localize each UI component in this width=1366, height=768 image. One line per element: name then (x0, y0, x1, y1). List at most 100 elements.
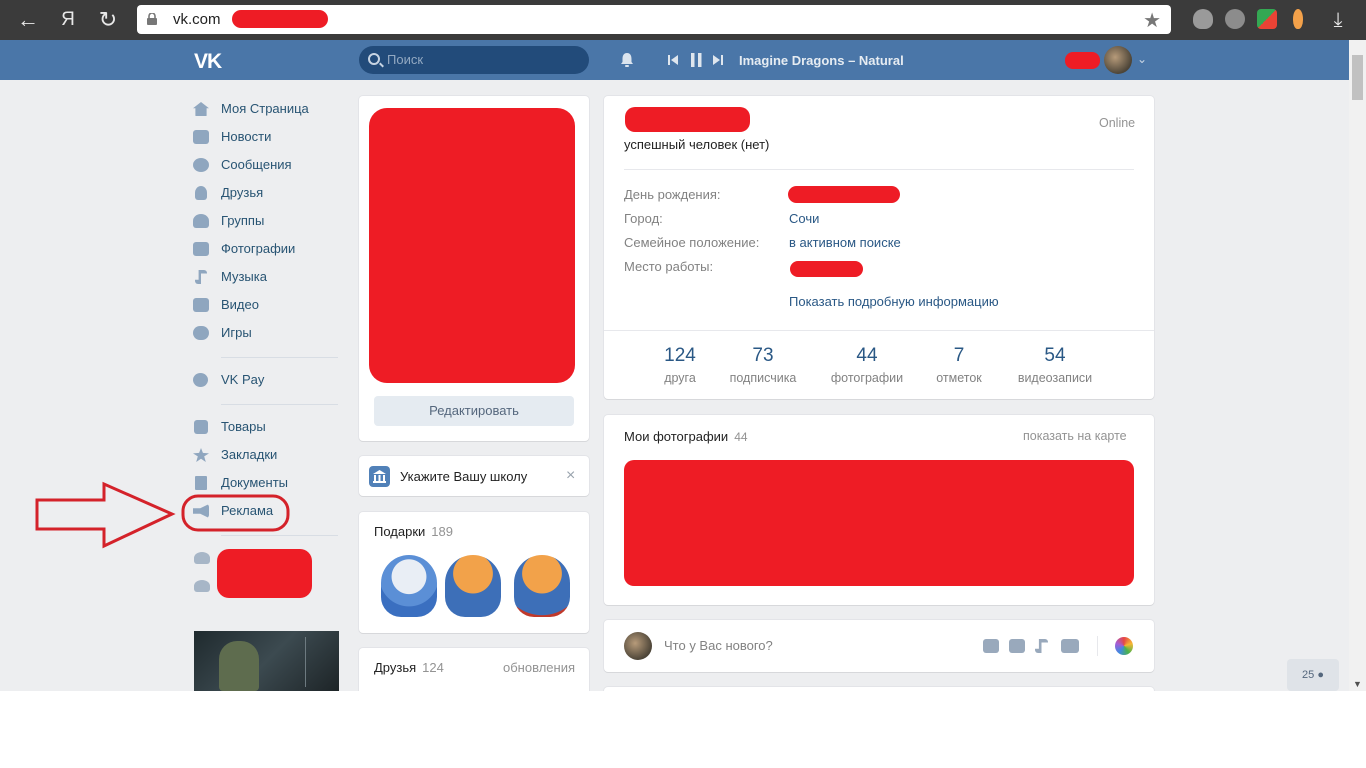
reload-button[interactable]: ↻ (95, 7, 121, 33)
chevron-down-icon[interactable]: ⌄ (1137, 52, 1147, 66)
online-status: Online (1099, 116, 1136, 130)
photos-title: Мои фотографии (624, 429, 729, 444)
redacted-url-mark (232, 10, 328, 28)
show-full-info-link[interactable]: Показать подробную информацию (789, 294, 999, 309)
friends-updates-link[interactable]: обновления (503, 660, 575, 675)
bell-icon[interactable] (619, 52, 635, 68)
redacted-photos-strip[interactable] (624, 460, 1134, 586)
scrollbar-thumb[interactable] (1352, 55, 1363, 100)
online-count: 25 (1302, 669, 1315, 681)
s-extension-icon[interactable] (1257, 9, 1277, 29)
bag-icon (194, 420, 208, 434)
redacted-birthday (788, 186, 900, 203)
info-label-relationship: Семейное положение: (624, 235, 760, 250)
sidebar-item-label: Сообщения (221, 157, 292, 172)
shield-extension-icon[interactable] (1193, 9, 1213, 29)
friends-heading[interactable]: Друзья 124 (374, 660, 444, 675)
sidebar-item-label: Группы (221, 213, 265, 228)
back-button[interactable]: ← (15, 7, 41, 33)
stat-number: 54 (1044, 345, 1066, 366)
header-avatar[interactable] (1104, 46, 1132, 74)
address-bar[interactable]: vk.com ★ (137, 5, 1171, 34)
search-icon (368, 53, 380, 65)
sidebar-item-music[interactable]: Музыка (193, 266, 343, 288)
info-label-work: Место работы: (624, 259, 714, 274)
redacted-profile-photo[interactable] (369, 108, 575, 383)
stat-number: 7 (953, 345, 965, 366)
pause-icon[interactable] (691, 53, 702, 67)
stat-label: видеозаписи (1017, 371, 1093, 385)
photos-count: 44 (734, 430, 748, 444)
now-playing-title[interactable]: Imagine Dragons – Natural (739, 53, 904, 68)
sidebar-item-games[interactable]: Игры (193, 322, 343, 344)
search-placeholder: Поиск (387, 52, 424, 67)
gift-sticker[interactable] (514, 555, 570, 617)
search-input[interactable]: Поиск (359, 46, 589, 74)
stat-videos[interactable]: 54 видеозаписи (1000, 345, 1110, 385)
community-icon[interactable] (194, 580, 210, 592)
game-stats-panel (305, 637, 335, 687)
close-icon[interactable]: × (566, 467, 575, 485)
sidebar-item-market[interactable]: Товары (193, 416, 343, 438)
stat-followers[interactable]: 73 подписчика (708, 345, 818, 385)
flame-extension-icon[interactable] (1293, 9, 1303, 29)
sidebar-item-label: Фотографии (221, 241, 296, 256)
camera-icon (193, 242, 209, 256)
sidebar-item-label: Моя Страница (221, 101, 309, 116)
new-post-input[interactable]: Что у Вас нового? (664, 638, 773, 653)
sidebar-item-my-page[interactable]: Моя Страница (193, 98, 343, 120)
stat-tags[interactable]: 7 отметок (904, 345, 1014, 385)
edit-profile-button[interactable]: Редактировать (374, 396, 574, 426)
redacted-workplace (790, 261, 863, 277)
gifts-heading[interactable]: Подарки 189 (374, 524, 453, 539)
stats-divider (604, 330, 1154, 331)
video-icon[interactable] (1009, 639, 1025, 653)
school-prompt-text: Укажите Вашу школу (400, 469, 528, 484)
gift-sticker[interactable] (445, 555, 501, 617)
sidebar-item-photos[interactable]: Фотографии (193, 238, 343, 260)
sidebar-item-friends[interactable]: Друзья (193, 182, 343, 204)
online-friends-counter[interactable]: 25 ● (1287, 659, 1339, 691)
scroll-down-icon[interactable]: ▼ (1353, 679, 1362, 689)
vk-logo[interactable]: VK (194, 50, 222, 74)
browser-toolbar: ← Я ↻ vk.com ★ ⤓ (0, 0, 1366, 40)
next-track-icon[interactable] (713, 55, 723, 65)
post-author-avatar (624, 632, 652, 660)
friends-count: 124 (422, 660, 444, 675)
star-icon (193, 448, 209, 462)
sidebar-item-news[interactable]: Новости (193, 126, 343, 148)
globe-extension-icon[interactable] (1225, 9, 1245, 29)
community-icon[interactable] (194, 552, 210, 564)
profile-status-text[interactable]: успешный человек (нет) (624, 137, 769, 152)
gift-sticker[interactable] (381, 555, 437, 617)
sidebar-item-video[interactable]: Видео (193, 294, 343, 316)
info-value-relationship[interactable]: в активном поиске (789, 235, 901, 250)
sidebar-item-bookmarks[interactable]: Закладки (193, 444, 343, 466)
game-character-figure (219, 641, 259, 691)
download-icon[interactable]: ⤓ (1325, 7, 1351, 33)
vkpay-icon (193, 373, 208, 387)
url-text: vk.com (173, 11, 221, 28)
sidebar-item-groups[interactable]: Группы (193, 210, 343, 232)
page-scrollbar[interactable]: ▼ (1349, 40, 1366, 691)
art-palette-icon[interactable] (1115, 637, 1133, 655)
vk-top-bar: VK Поиск Imagine Dragons – Natural ⌄ (0, 40, 1349, 80)
show-on-map-link[interactable]: показать на карте (1023, 429, 1127, 443)
previous-track-icon[interactable] (668, 55, 678, 65)
info-value-city[interactable]: Сочи (789, 211, 819, 226)
text-format-icon[interactable] (1061, 639, 1079, 653)
photos-heading[interactable]: Мои фотографии 44 (624, 429, 748, 444)
stat-label: подписчика (729, 371, 797, 385)
person-icon: ● (1317, 669, 1324, 681)
camera-icon[interactable] (983, 639, 999, 653)
info-label-birthday: День рождения: (624, 187, 721, 202)
bookmark-star-icon[interactable]: ★ (1143, 8, 1161, 33)
sidebar-item-label: Друзья (221, 185, 264, 200)
sidebar-item-label: Товары (221, 419, 266, 434)
video-icon (193, 298, 209, 312)
yandex-button[interactable]: Я (55, 7, 81, 33)
lock-icon (147, 13, 157, 25)
sidebar-item-vk-pay[interactable]: VK Pay (193, 369, 343, 391)
sidebar-item-messages[interactable]: Сообщения (193, 154, 343, 176)
game-ad-banner[interactable] (194, 631, 339, 691)
